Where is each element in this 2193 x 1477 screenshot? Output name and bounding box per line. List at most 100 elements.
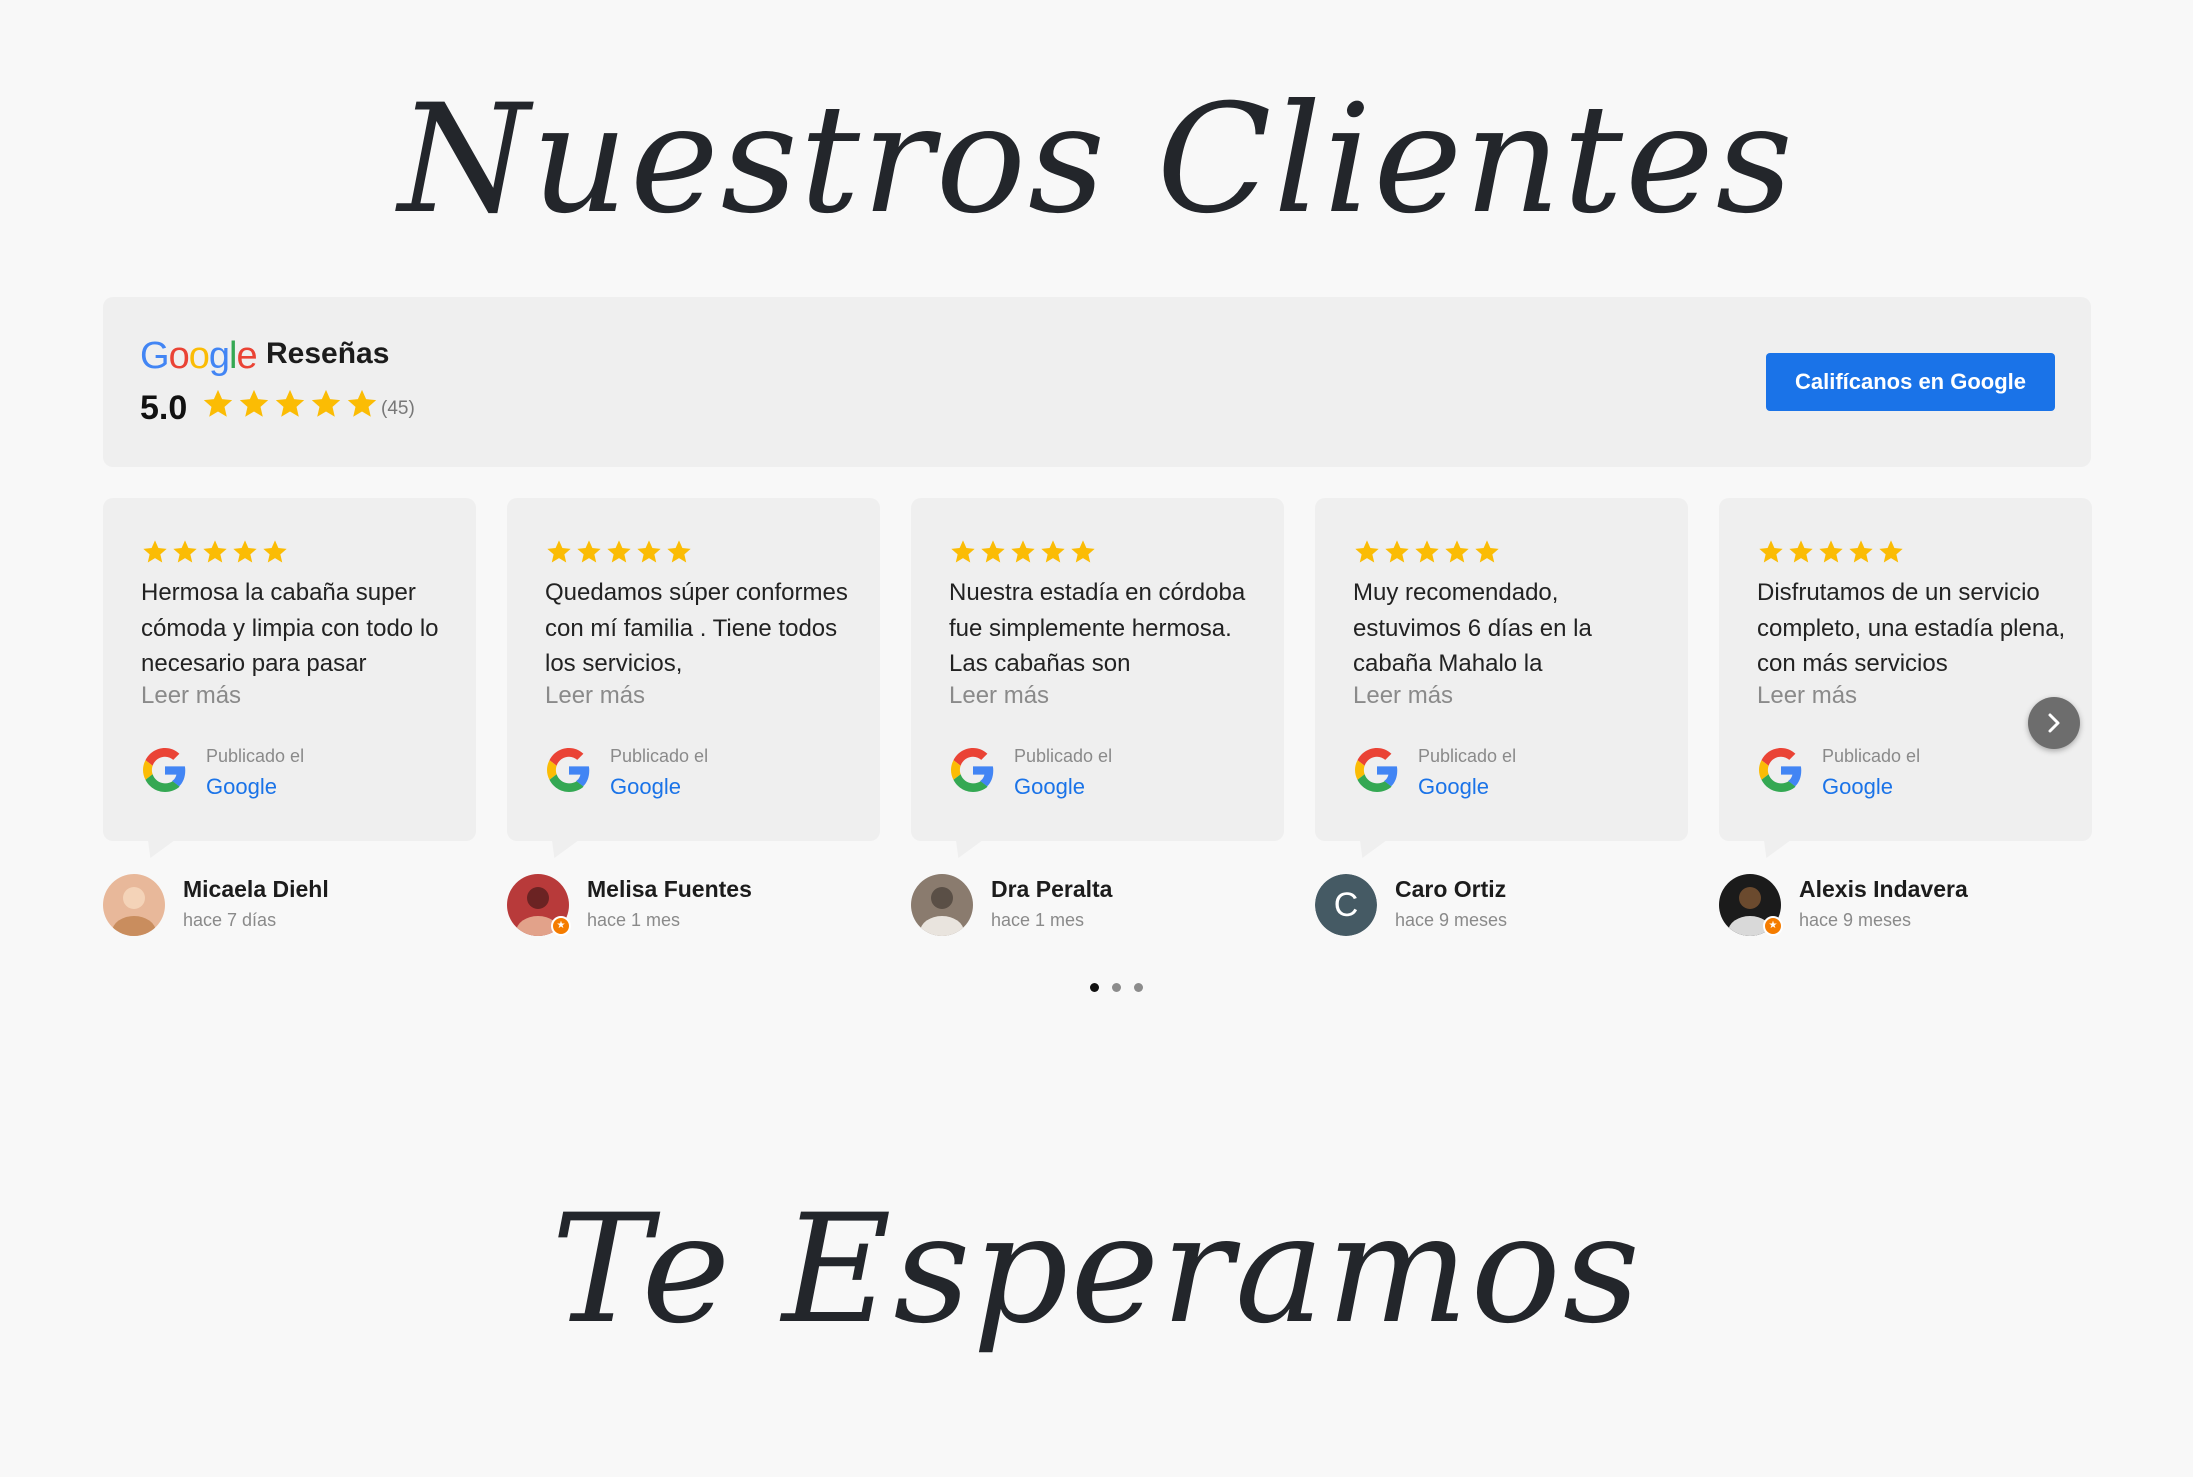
review-stars bbox=[949, 538, 1097, 566]
posted-on-label: Publicado el bbox=[1418, 746, 1517, 766]
google-g-icon bbox=[1759, 748, 1802, 792]
star-icon bbox=[1415, 540, 1439, 563]
local-guide-badge-icon: ★ bbox=[551, 916, 571, 936]
star-icon bbox=[1879, 540, 1903, 563]
avatar bbox=[103, 874, 165, 936]
author-name: Melisa Fuentes bbox=[587, 876, 752, 902]
star-icon bbox=[667, 540, 691, 563]
google-source-link[interactable]: Google bbox=[1418, 774, 1489, 800]
review-card: Quedamos súper conformes con mí familia … bbox=[507, 498, 880, 841]
posted-on-label: Publicado el bbox=[1822, 746, 1921, 766]
review-text: Hermosa la cabaña super cómoda y limpia … bbox=[141, 579, 439, 677]
google-source-link[interactable]: Google bbox=[1822, 774, 1893, 800]
star-icon bbox=[1011, 540, 1035, 563]
read-more-link[interactable]: Leer más bbox=[1757, 682, 1857, 710]
star-icon bbox=[1445, 540, 1469, 563]
review-item: Nuestra estadía en córdoba fue simplemen… bbox=[911, 498, 1284, 948]
avatar-letter: C bbox=[1315, 874, 1377, 936]
review-count: (45) bbox=[381, 398, 415, 419]
section-title-clients: Nuestros Clientes bbox=[398, 73, 1795, 247]
carousel-next-button[interactable] bbox=[2028, 697, 2080, 749]
star-icon bbox=[951, 540, 975, 563]
star-icon bbox=[1789, 540, 1813, 563]
star-icon bbox=[203, 540, 227, 563]
review-card: Hermosa la cabaña super cómoda y limpia … bbox=[103, 498, 476, 841]
review-stars bbox=[1353, 538, 1501, 566]
google-g-icon bbox=[143, 748, 186, 792]
speech-bubble-tail bbox=[1754, 838, 1794, 858]
speech-bubble-tail bbox=[138, 838, 178, 858]
svg-text:Google: Google bbox=[140, 335, 257, 377]
read-more-link[interactable]: Leer más bbox=[949, 682, 1049, 710]
speech-bubble-tail bbox=[946, 838, 986, 858]
carousel-pagination bbox=[1090, 983, 1143, 992]
author-name: Micaela Diehl bbox=[183, 876, 329, 902]
star-icon bbox=[347, 389, 377, 417]
posted-on-label: Publicado el bbox=[1014, 746, 1113, 766]
review-author: ★ Melisa Fuentes hace 1 mes bbox=[507, 874, 880, 938]
google-reviews-summary: Google Reseñas 5.0 (45) Califícanos en G… bbox=[103, 297, 2091, 467]
star-icon bbox=[203, 389, 233, 417]
section-title-waiting: Te Esperamos bbox=[551, 1183, 1642, 1357]
review-card: Nuestra estadía en córdoba fue simplemen… bbox=[911, 498, 1284, 841]
carousel-dot[interactable] bbox=[1112, 983, 1121, 992]
google-g-icon bbox=[547, 748, 590, 792]
review-author: ★ Alexis Indavera hace 9 meses bbox=[1719, 874, 2092, 938]
google-source-link[interactable]: Google bbox=[610, 774, 681, 800]
google-source-link[interactable]: Google bbox=[1014, 774, 1085, 800]
star-icon bbox=[233, 540, 257, 563]
review-stars bbox=[1757, 538, 1905, 566]
review-text: Nuestra estadía en córdoba fue simplemen… bbox=[949, 579, 1246, 677]
review-card: Muy recomendado, estuvimos 6 días en la … bbox=[1315, 498, 1688, 841]
reviews-section: Nuestros Clientes Google Reseñas 5.0 (45… bbox=[0, 0, 2193, 1477]
review-date: hace 9 meses bbox=[1799, 910, 1912, 930]
average-rating: 5.0 bbox=[140, 389, 188, 427]
star-icon bbox=[263, 540, 287, 563]
review-item: Muy recomendado, estuvimos 6 días en la … bbox=[1315, 498, 1688, 948]
review-item: Hermosa la cabaña super cómoda y limpia … bbox=[103, 498, 476, 948]
review-text: Disfrutamos de un servicio completo, una… bbox=[1757, 579, 2066, 677]
star-icon bbox=[1849, 540, 1873, 563]
review-stars bbox=[141, 538, 289, 566]
reviews-carousel: Hermosa la cabaña super cómoda y limpia … bbox=[103, 498, 2092, 948]
review-card: Disfrutamos de un servicio completo, una… bbox=[1719, 498, 2092, 841]
review-date: hace 9 meses bbox=[1395, 910, 1508, 930]
carousel-dot[interactable] bbox=[1090, 983, 1099, 992]
star-icon bbox=[311, 389, 341, 417]
speech-bubble-tail bbox=[542, 838, 582, 858]
google-source-link[interactable]: Google bbox=[206, 774, 277, 800]
avatar-photo bbox=[911, 874, 973, 936]
rate-us-on-google-button[interactable]: Califícanos en Google bbox=[1766, 353, 2055, 411]
google-logo: Google bbox=[140, 335, 258, 377]
star-icon bbox=[173, 540, 197, 563]
star-icon bbox=[239, 389, 269, 417]
google-g-icon bbox=[951, 748, 994, 792]
local-guide-badge-icon: ★ bbox=[1763, 916, 1783, 936]
star-icon bbox=[637, 540, 661, 563]
review-date: hace 7 días bbox=[183, 910, 277, 930]
google-g-icon bbox=[1355, 748, 1398, 792]
carousel-dot[interactable] bbox=[1134, 983, 1143, 992]
posted-on-label: Publicado el bbox=[206, 746, 305, 766]
read-more-link[interactable]: Leer más bbox=[545, 682, 645, 710]
star-icon bbox=[1071, 540, 1095, 563]
avatar: C bbox=[1315, 874, 1377, 936]
star-icon bbox=[1041, 540, 1065, 563]
read-more-link[interactable]: Leer más bbox=[1353, 682, 1453, 710]
review-stars bbox=[545, 538, 693, 566]
star-icon bbox=[275, 389, 305, 417]
reviews-heading: Reseñas bbox=[266, 337, 390, 370]
review-item: Quedamos súper conformes con mí familia … bbox=[507, 498, 880, 948]
avatar bbox=[911, 874, 973, 936]
read-more-link[interactable]: Leer más bbox=[141, 682, 241, 710]
star-icon bbox=[1385, 540, 1409, 563]
review-date: hace 1 mes bbox=[587, 910, 681, 930]
speech-bubble-tail bbox=[1350, 838, 1390, 858]
star-icon bbox=[981, 540, 1005, 563]
star-icon bbox=[1475, 540, 1499, 563]
avatar-photo bbox=[103, 874, 165, 936]
author-name: Dra Peralta bbox=[991, 876, 1113, 902]
star-icon bbox=[1355, 540, 1379, 563]
average-rating-stars bbox=[201, 387, 379, 421]
review-author: Micaela Diehl hace 7 días bbox=[103, 874, 476, 938]
